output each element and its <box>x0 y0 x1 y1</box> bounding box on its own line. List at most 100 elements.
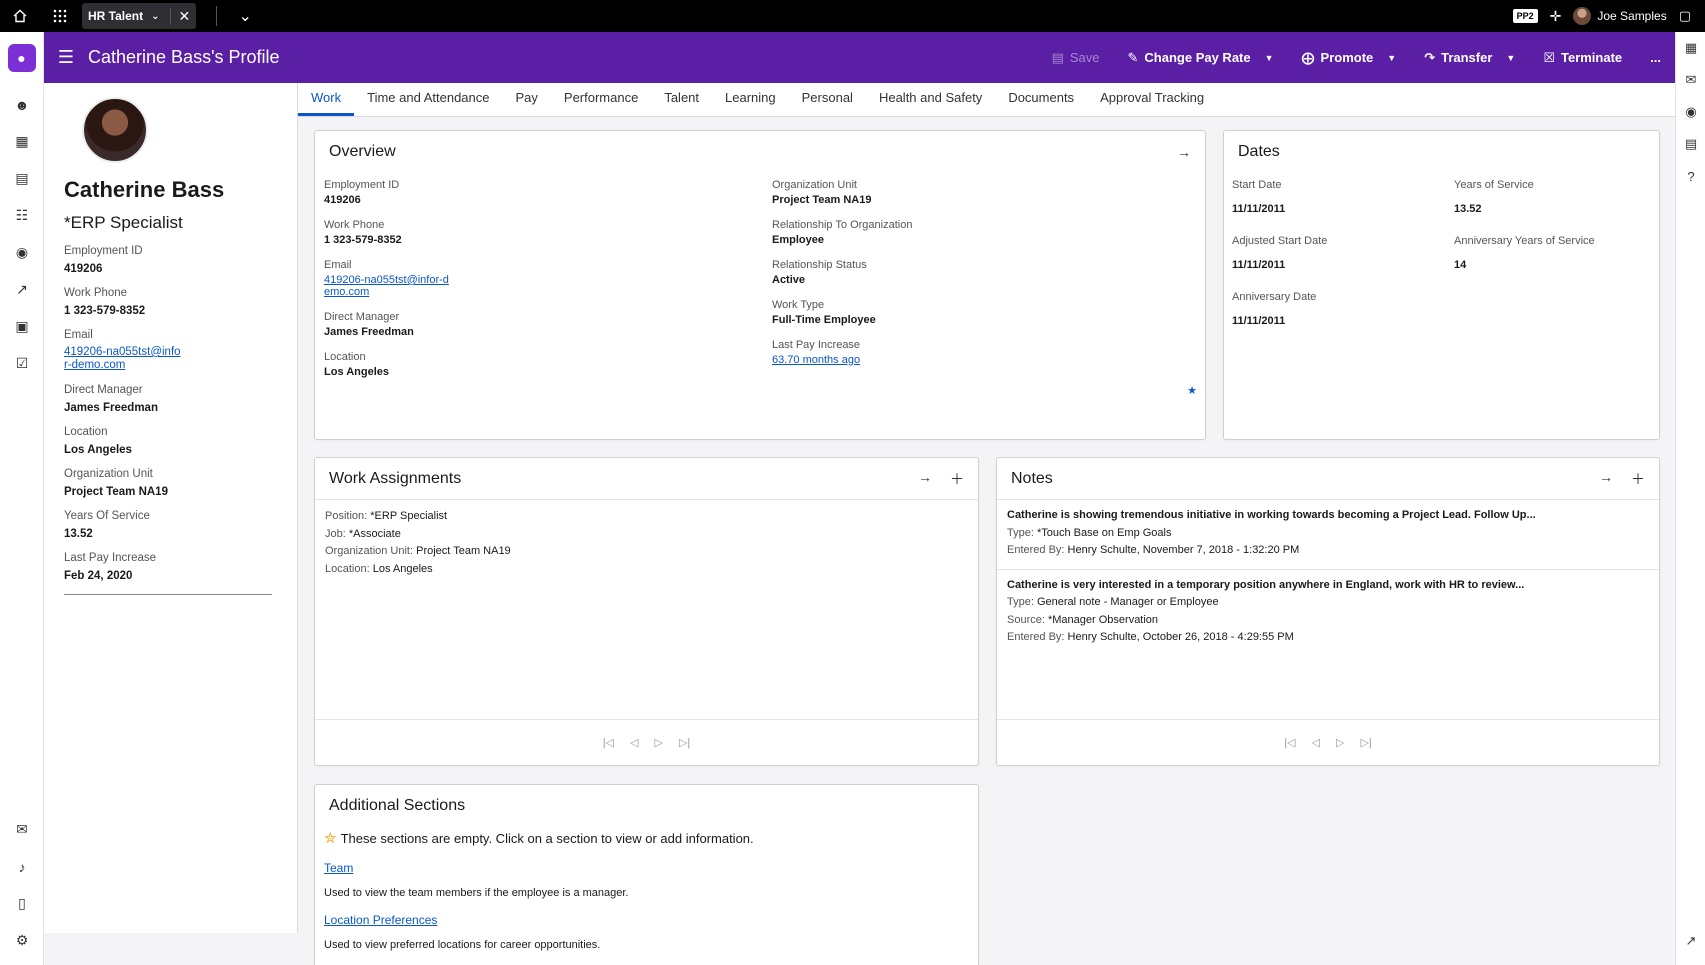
hamburger-menu-icon[interactable]: ☰ <box>44 47 88 68</box>
home-icon[interactable] <box>0 0 40 32</box>
tab-talent[interactable]: Talent <box>651 90 712 116</box>
book-icon[interactable]: ▯ <box>0 885 44 922</box>
overview-employment-id: Employment ID 419206 <box>324 179 772 206</box>
arrow-right-icon[interactable]: → <box>918 469 932 489</box>
clipboard-check-icon[interactable]: ☑ <box>0 345 44 382</box>
close-icon[interactable]: ✕ <box>169 7 190 25</box>
bell-icon[interactable]: ♪ <box>0 848 44 885</box>
page-title: Catherine Bass's Profile <box>88 47 280 67</box>
chevron-down-icon[interactable]: ⌄ <box>151 11 159 22</box>
tab-performance[interactable]: Performance <box>551 90 651 116</box>
tab-health-and-safety[interactable]: Health and Safety <box>866 90 995 116</box>
save-label: Save <box>1069 50 1100 65</box>
last-page-icon[interactable]: ▷| <box>1360 736 1371 749</box>
field-label: Employment ID <box>324 179 400 191</box>
last-page-icon[interactable]: ▷| <box>679 736 690 749</box>
tab-personal[interactable]: Personal <box>789 90 866 116</box>
app-tab-hr-talent[interactable]: HR Talent ⌄ ✕ <box>82 3 197 29</box>
last-pay-increase-link[interactable]: 63.70 months ago <box>772 354 912 366</box>
arrow-right-icon[interactable]: → <box>1599 469 1613 489</box>
first-page-icon[interactable]: |◁ <box>603 736 614 749</box>
plus-icon[interactable]: ＋ <box>950 469 964 489</box>
tab-pay[interactable]: Pay <box>503 90 551 116</box>
divider <box>216 6 218 26</box>
profile-employment-id: Employment ID 419206 <box>64 245 279 275</box>
field-label: Anniversary Date <box>1232 291 1317 303</box>
chart-icon[interactable]: ↗ <box>0 271 44 308</box>
settings-icon[interactable]: ⚙ <box>0 922 44 959</box>
window-icon[interactable]: ▢ <box>1679 8 1691 24</box>
hr-app-icon[interactable]: ● <box>7 44 36 72</box>
promote-button[interactable]: ⨁ Promote ▼ <box>1288 50 1411 66</box>
money-icon[interactable]: ◉ <box>0 234 44 271</box>
tab-time-and-attendance[interactable]: Time and Attendance <box>354 90 502 116</box>
field-value: James Freedman <box>324 326 414 338</box>
first-page-icon[interactable]: |◁ <box>1284 736 1295 749</box>
intro-text: These sections are empty. Click on a sec… <box>340 830 754 846</box>
table-icon[interactable]: ☷ <box>0 197 44 234</box>
sparkle-star-icon: ✮ <box>324 830 337 847</box>
field-value: Los Angeles <box>372 562 433 575</box>
more-actions-button[interactable]: ... <box>1636 50 1675 65</box>
chevron-down-icon[interactable]: ⌄ <box>225 0 265 32</box>
email-link[interactable]: 419206-na055tst@infor-demo.com <box>64 346 184 372</box>
save-button[interactable]: ▤ Save <box>1038 50 1114 66</box>
next-page-icon[interactable]: ▷ <box>655 736 663 749</box>
empty-sections-message: ✮ These sections are empty. Click on a s… <box>324 829 969 847</box>
app-grid-icon[interactable] <box>40 0 80 32</box>
field-label: Email <box>324 259 352 271</box>
note-item[interactable]: Catherine is showing tremendous initiati… <box>997 500 1659 570</box>
pin-icon[interactable]: ✛ <box>1550 8 1562 25</box>
previous-page-icon[interactable]: ◁ <box>630 736 638 749</box>
chat-icon[interactable]: ✉ <box>1676 64 1705 96</box>
transfer-button[interactable]: ↷ Transfer ▼ <box>1410 50 1529 66</box>
app-tab-label: HR Talent <box>88 9 144 23</box>
star-icon[interactable]: ★ <box>1187 384 1197 397</box>
profile-organization-unit: Organization Unit Project Team NA19 <box>64 468 279 498</box>
overview-organization-unit: Organization Unit Project Team NA19 <box>772 179 912 206</box>
cards-icon[interactable]: ▦ <box>0 123 44 160</box>
next-page-icon[interactable]: ▷ <box>1336 736 1344 749</box>
assistant-icon[interactable]: ◉ <box>1676 96 1705 128</box>
people-icon[interactable]: ☻ <box>0 86 44 123</box>
field-label: Location: <box>325 562 370 575</box>
location-preferences-link[interactable]: Location Preferences <box>324 913 437 927</box>
profile-direct-manager: Direct Manager James Freedman <box>64 384 279 414</box>
card-title: Overview <box>329 143 396 160</box>
change-pay-rate-button[interactable]: ✎ Change Pay Rate ▼ <box>1114 50 1288 66</box>
dates-anniversary-years-of-service: Anniversary Years of Service 14 <box>1454 235 1654 271</box>
field-value: 419206 <box>324 194 361 206</box>
tab-documents[interactable]: Documents <box>995 90 1087 116</box>
field-label: Entered By: <box>1007 544 1065 556</box>
contact-book-icon[interactable]: ▤ <box>0 160 44 197</box>
work-assignment-item[interactable]: Position: *ERP Specialist Job: *Associat… <box>315 500 978 586</box>
inbox-icon[interactable]: ▤ <box>1676 128 1705 160</box>
dashboard-icon[interactable]: ▦ <box>1676 32 1705 64</box>
arrow-right-icon[interactable]: → <box>1177 144 1191 160</box>
previous-page-icon[interactable]: ◁ <box>1312 736 1320 749</box>
terminate-button[interactable]: ☒ Terminate <box>1529 50 1636 66</box>
additional-sections-card: Additional Sections ✮ These sections are… <box>314 784 979 965</box>
field-value: 419206 <box>64 263 103 275</box>
pager: |◁ ◁ ▷ ▷| <box>315 719 978 765</box>
promote-label: Promote <box>1320 50 1374 65</box>
tab-approval-tracking[interactable]: Approval Tracking <box>1087 90 1217 116</box>
email-link[interactable]: 419206-na055tst@infor-demo.com <box>324 274 449 298</box>
card-title: Notes <box>1011 469 1053 487</box>
environment-badge: PP2 <box>1512 9 1538 23</box>
note-item[interactable]: Catherine is very interested in a tempor… <box>997 570 1659 656</box>
user-menu[interactable]: Joe Samples <box>1573 7 1667 25</box>
field-label: Last Pay Increase <box>64 552 157 564</box>
mail-icon[interactable]: ✉ <box>0 811 44 848</box>
tab-learning[interactable]: Learning <box>712 90 789 116</box>
profile-work-phone: Work Phone 1 323-579-8352 <box>64 287 279 317</box>
help-icon[interactable]: ? <box>1676 160 1705 192</box>
card-title: Work Assignments <box>329 469 462 487</box>
profile-email: Email 419206-na055tst@infor-demo.com <box>64 329 279 372</box>
tab-work[interactable]: Work <box>298 90 355 116</box>
clipboard-icon[interactable]: ▣ <box>0 308 44 345</box>
plus-icon[interactable]: ＋ <box>1631 469 1645 489</box>
external-link-icon[interactable]: ↗ <box>1676 925 1705 957</box>
profile-last-pay-increase: Last Pay Increase Feb 24, 2020 <box>64 552 279 582</box>
team-section-link[interactable]: Team <box>324 861 353 875</box>
